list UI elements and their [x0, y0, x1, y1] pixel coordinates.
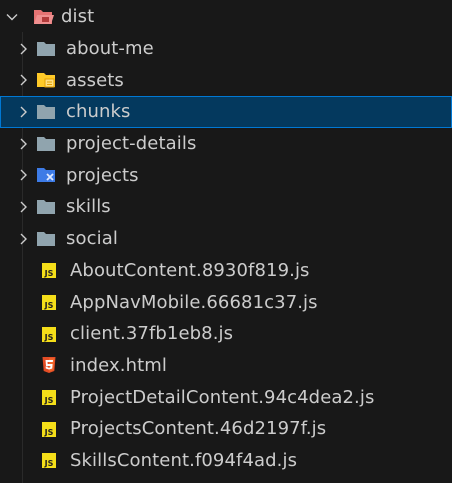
tree-file[interactable]: JS AboutContent.8930f819.js: [0, 255, 452, 287]
chevron-right-icon[interactable]: [16, 168, 30, 182]
tree-item-label: dist: [61, 6, 95, 28]
tree-file[interactable]: JS AppNavMobile.66681c37.js: [0, 286, 452, 318]
tree-folder-projects[interactable]: projects: [0, 159, 452, 191]
svg-text:JS: JS: [44, 396, 54, 405]
html-file-icon: [40, 355, 60, 375]
folder-icon: [36, 229, 56, 249]
tree-folder-skills[interactable]: skills: [0, 191, 452, 223]
tree-folder-chunks[interactable]: chunks: [0, 96, 452, 128]
folder-assets-icon: [36, 70, 56, 90]
tree-folder-assets[interactable]: assets: [0, 64, 452, 96]
js-file-icon: JS: [40, 260, 60, 280]
tree-item-label: SkillsContent.f094f4ad.js: [70, 449, 298, 471]
folder-icon: [36, 39, 56, 59]
folder-icon: [36, 134, 56, 154]
tree-file[interactable]: JS ProjectDetailContent.94c4dea2.js: [0, 381, 452, 413]
js-file-icon: JS: [40, 292, 60, 312]
tree-folder-social[interactable]: social: [0, 223, 452, 255]
svg-text:JS: JS: [44, 459, 54, 468]
chevron-right-icon[interactable]: [16, 200, 30, 214]
chevron-right-icon[interactable]: [16, 105, 30, 119]
tree-folder-project-details[interactable]: project-details: [0, 128, 452, 160]
file-explorer-tree: dist about-me assets chunks project-deta…: [0, 0, 452, 483]
tree-file[interactable]: index.html: [0, 350, 452, 382]
tree-file[interactable]: JS ProjectsContent.46d2197f.js: [0, 413, 452, 445]
folder-dist-open-icon: [33, 7, 54, 27]
chevron-right-icon[interactable]: [16, 73, 30, 87]
js-file-icon: JS: [40, 450, 60, 470]
js-file-icon: JS: [40, 324, 60, 344]
svg-text:JS: JS: [44, 428, 54, 437]
tree-item-label: AboutContent.8930f819.js: [70, 259, 310, 281]
tree-item-label: project-details: [66, 133, 197, 155]
js-file-icon: JS: [40, 419, 60, 439]
tree-item-label: about-me: [66, 38, 154, 60]
tree-folder-dist[interactable]: dist: [0, 1, 452, 33]
folder-icon: [36, 197, 56, 217]
tree-item-label: index.html: [70, 354, 167, 376]
folder-projects-icon: [36, 165, 56, 185]
chevron-right-icon[interactable]: [16, 42, 30, 56]
tree-item-label: projects: [66, 164, 139, 186]
chevron-right-icon[interactable]: [16, 137, 30, 151]
js-file-icon: JS: [40, 387, 60, 407]
tree-file[interactable]: JS client.37fb1eb8.js: [0, 318, 452, 350]
tree-folder-about-me[interactable]: about-me: [0, 33, 452, 65]
tree-item-label: ProjectDetailContent.94c4dea2.js: [70, 386, 375, 408]
folder-icon: [36, 102, 56, 122]
tree-item-label: skills: [66, 196, 111, 218]
svg-text:JS: JS: [44, 269, 54, 278]
chevron-down-icon[interactable]: [5, 10, 19, 24]
tree-item-label: chunks: [66, 101, 131, 123]
tree-item-label: social: [66, 228, 118, 250]
tree-item-label: AppNavMobile.66681c37.js: [70, 291, 318, 313]
tree-item-label: assets: [66, 69, 124, 91]
svg-text:JS: JS: [44, 333, 54, 342]
tree-item-label: ProjectsContent.46d2197f.js: [70, 418, 327, 440]
chevron-right-icon[interactable]: [16, 232, 30, 246]
tree-item-label: client.37fb1eb8.js: [70, 323, 234, 345]
svg-text:JS: JS: [44, 301, 54, 310]
tree-file[interactable]: JS SkillsContent.f094f4ad.js: [0, 445, 452, 477]
